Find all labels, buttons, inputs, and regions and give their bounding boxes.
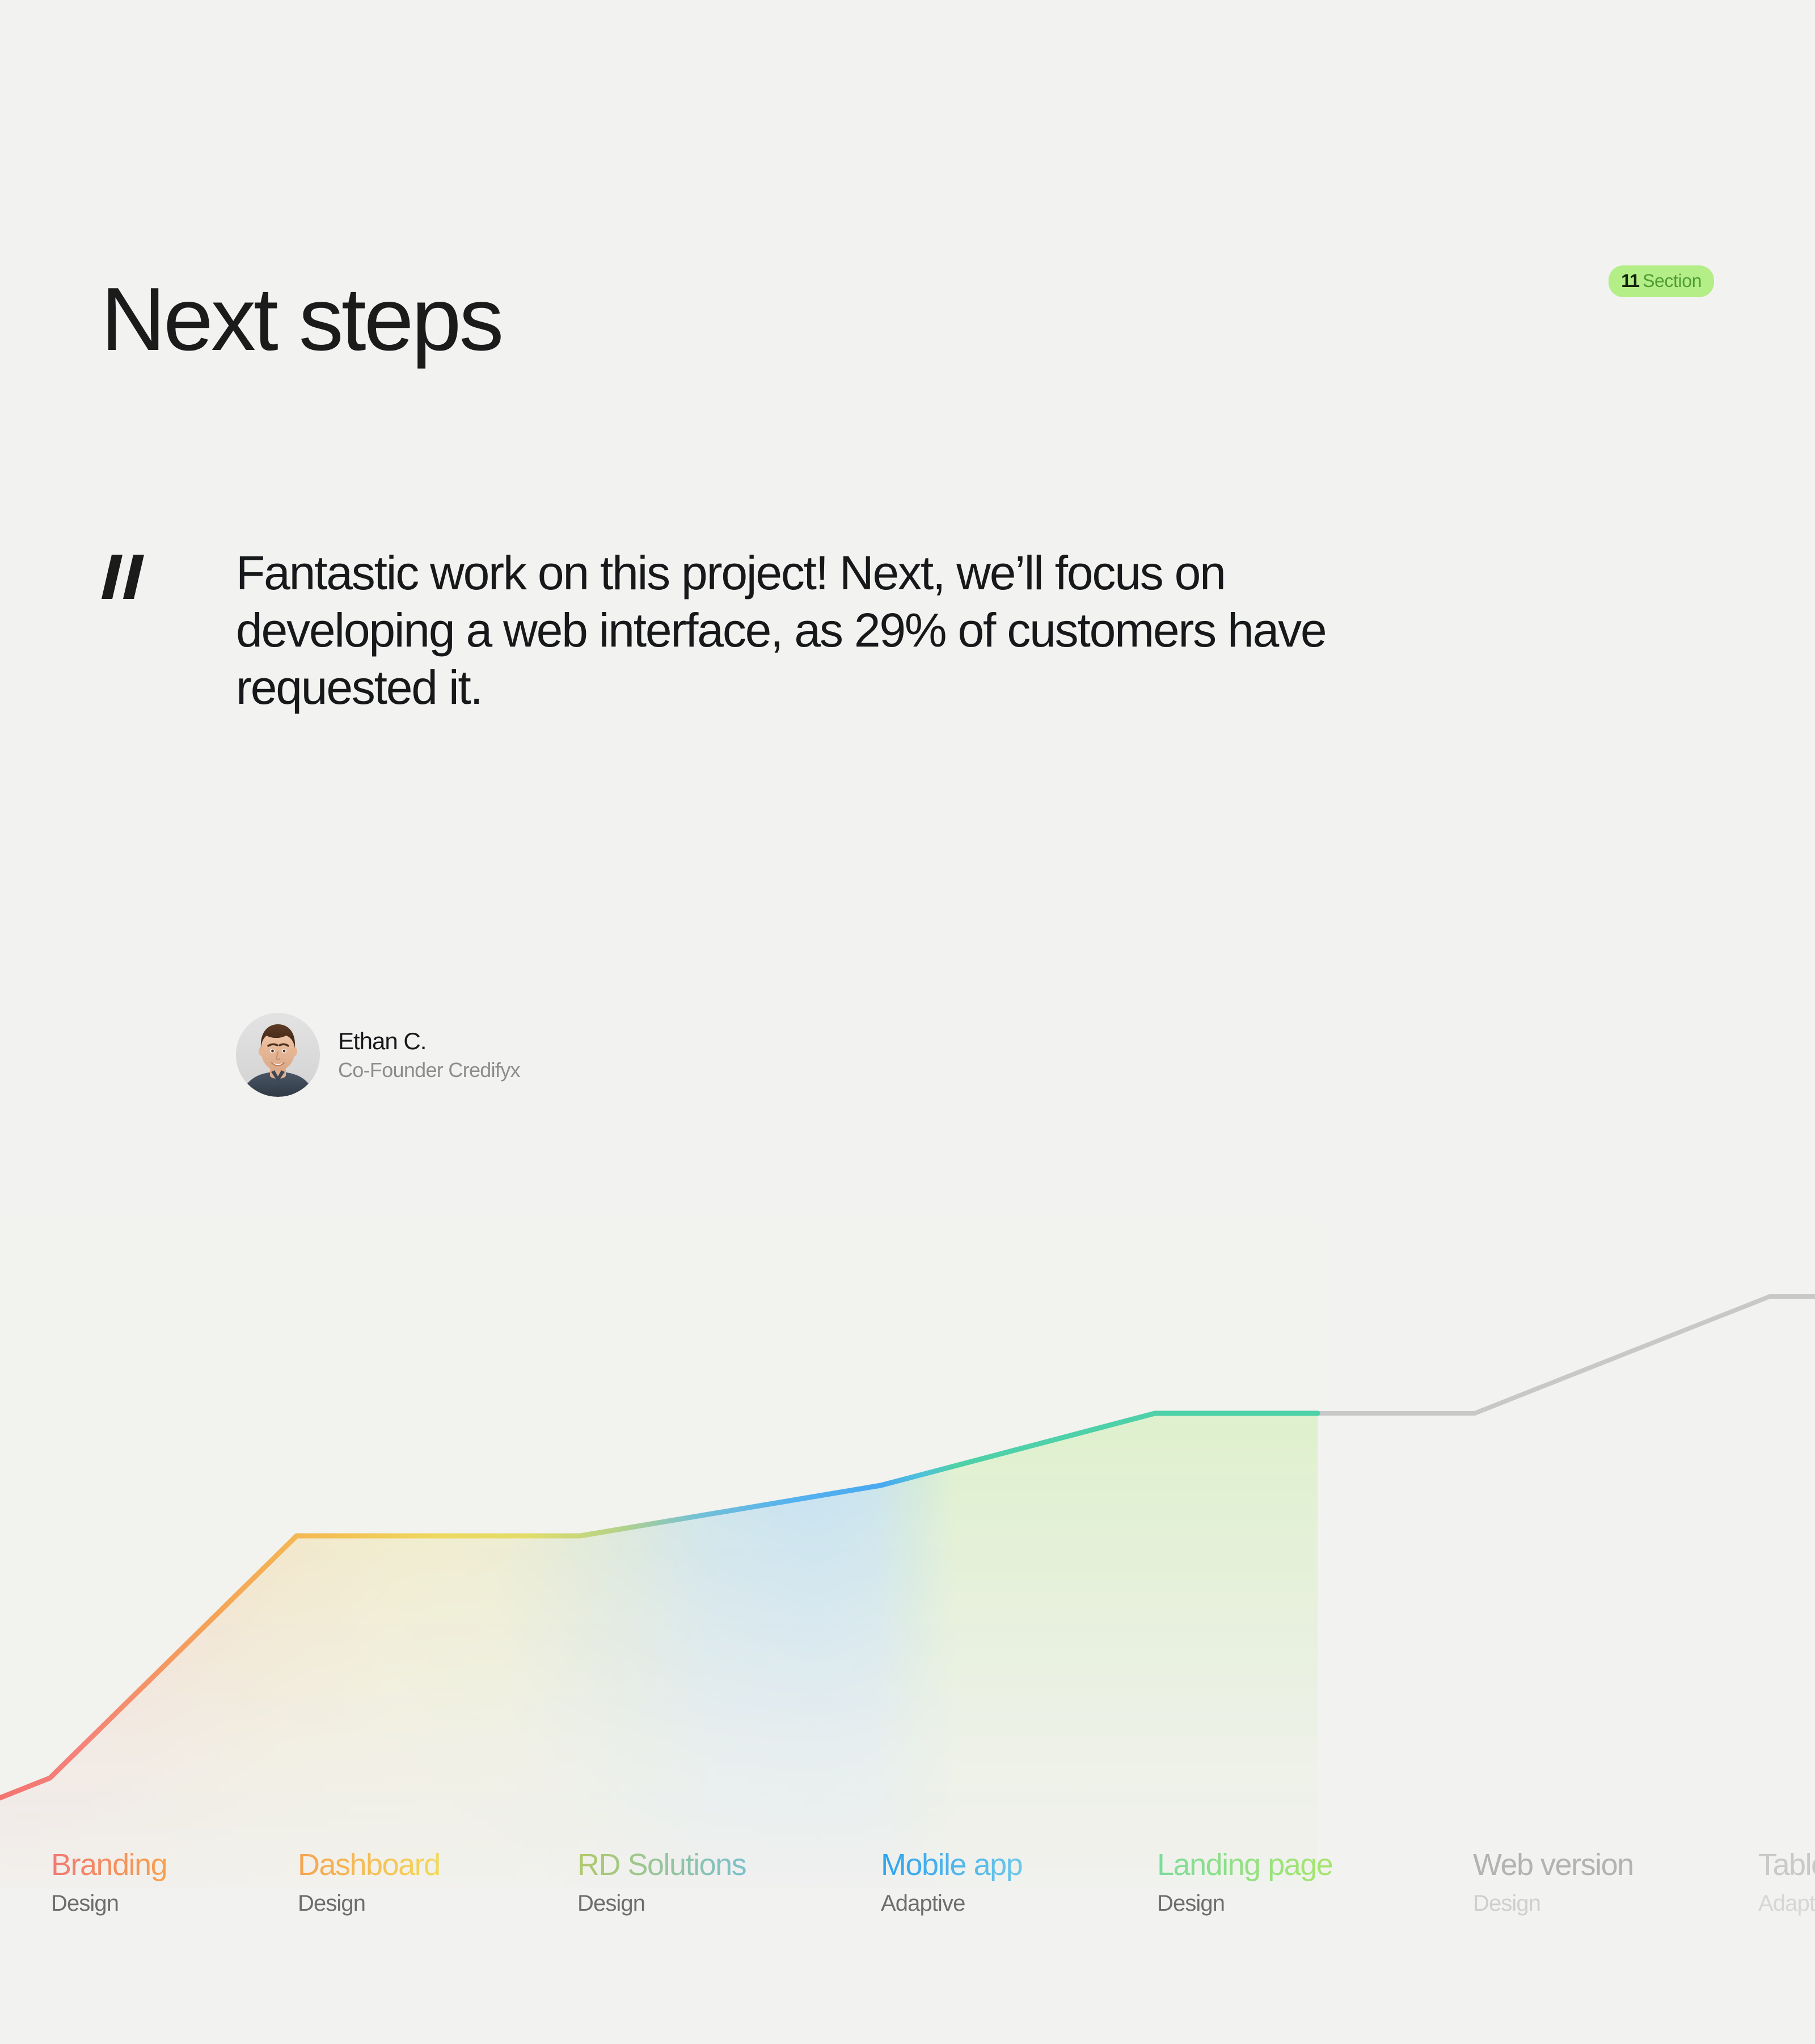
legend-item-tablet-version[interactable]: Tablet version Adaptive: [1758, 1849, 1815, 1915]
quote-author: Ethan C. Co-Founder Credifyx: [236, 1013, 521, 1097]
badge-label: Section: [1643, 271, 1702, 291]
legend-item-subtitle: Design: [577, 1890, 645, 1916]
legend-item-subtitle: Design: [1473, 1890, 1541, 1916]
quote-mark-icon: [101, 555, 171, 617]
legend-item-subtitle: Adaptive: [881, 1890, 965, 1916]
author-role: Co-Founder Credifyx: [338, 1058, 521, 1082]
legend-item-title: RD Solutions: [577, 1848, 747, 1882]
quote-text: Fantastic work on this project! Next, we…: [236, 546, 1327, 714]
avatar: [236, 1013, 320, 1097]
legend-item-title: Web version: [1473, 1848, 1634, 1882]
legend-item-subtitle: Design: [51, 1890, 119, 1916]
status-badge: 11 Section: [1609, 265, 1714, 297]
author-meta: Ethan C. Co-Founder Credifyx: [338, 1028, 521, 1082]
badge-number: 11: [1621, 271, 1640, 291]
legend-item-landing-page[interactable]: Landing page Design: [1157, 1848, 1333, 1916]
legend-item-subtitle: Design: [1157, 1890, 1225, 1916]
legend-item-title: Mobile app: [881, 1848, 1023, 1882]
legend-item-title: Branding: [51, 1848, 168, 1882]
page-title: Next steps: [101, 269, 504, 369]
legend-item-mobile-app[interactable]: Mobile app Adaptive: [881, 1848, 1023, 1916]
legend-item-web-version[interactable]: Web version Design: [1473, 1848, 1634, 1916]
legend-item-subtitle: Design: [298, 1890, 366, 1916]
author-name: Ethan C.: [338, 1028, 427, 1055]
legend-item-title: Landing page: [1157, 1848, 1333, 1882]
legend-item-dashboard[interactable]: Dashboard Design: [298, 1848, 441, 1916]
legend-item-title: Tablet version: [1758, 1848, 1815, 1882]
chart-legend: Branding Design Dashboard Design RD Solu…: [0, 1849, 1815, 1962]
legend-item-title: Dashboard: [298, 1848, 441, 1882]
progress-area-chart: [0, 1219, 1815, 1889]
legend-item-branding[interactable]: Branding Design: [51, 1848, 168, 1916]
legend-item-rd-solutions[interactable]: RD Solutions Design: [577, 1848, 747, 1916]
legend-item-subtitle: Adaptive: [1758, 1890, 1815, 1916]
